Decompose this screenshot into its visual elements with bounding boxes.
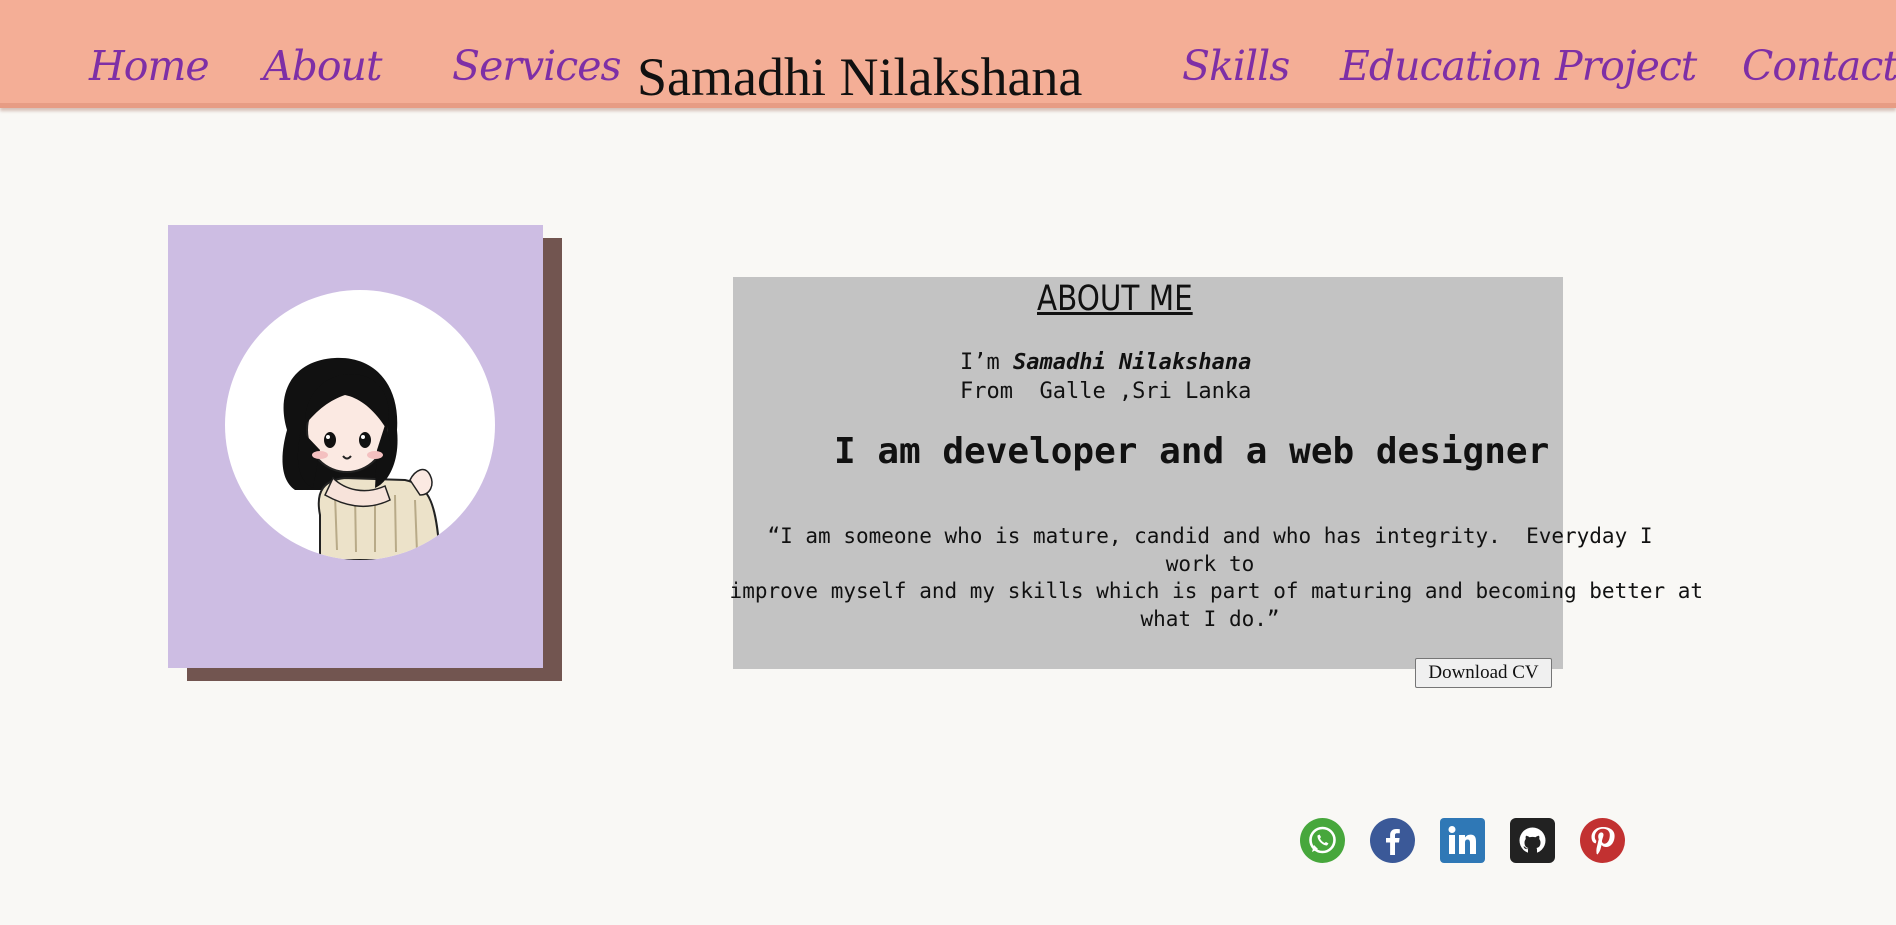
download-cv-button[interactable]: Download CV [1415, 658, 1552, 688]
nav-skills[interactable]: Skills [1182, 46, 1290, 87]
intro-text: I’m Samadhi Nilakshana From Galle ,Sri L… [960, 348, 1251, 406]
github-icon[interactable] [1510, 818, 1555, 863]
facebook-icon[interactable] [1370, 818, 1415, 863]
whatsapp-icon[interactable] [1300, 818, 1345, 863]
quote-line: improve myself and my skills which is pa… [716, 579, 1704, 603]
nav-services[interactable]: Services [452, 46, 621, 87]
headline: I am developer and a web designer [834, 431, 1550, 472]
quote-line: “I am someone who is mature, candid and … [767, 524, 1653, 548]
nav-home[interactable]: Home [89, 46, 210, 87]
nav-about[interactable]: About [263, 46, 382, 87]
greeting-prefix: I’m [960, 350, 1013, 375]
about-title: ABOUT ME [1037, 279, 1193, 319]
profile-photo [168, 225, 543, 668]
nav-contact[interactable]: Contact [1742, 46, 1896, 87]
quote-line: work to [1165, 551, 1255, 576]
site-brand: Samadhi Nilakshana [637, 47, 1083, 107]
linkedin-icon[interactable] [1440, 818, 1485, 863]
quote-line: what I do.” [1140, 606, 1280, 631]
pinterest-icon[interactable] [1580, 818, 1625, 863]
intro-name: Samadhi Nilakshana [1012, 350, 1252, 375]
nav-education[interactable]: Education [1340, 46, 1543, 87]
avatar-illustration [282, 357, 442, 560]
avatar [225, 290, 495, 560]
about-quote: “I am someone who is mature, candid and … [695, 523, 1725, 633]
nav-project[interactable]: Project [1555, 46, 1697, 87]
intro-from: From Galle ,Sri Lanka [960, 379, 1252, 404]
navbar: Home About Services Samadhi Nilakshana S… [0, 0, 1896, 108]
